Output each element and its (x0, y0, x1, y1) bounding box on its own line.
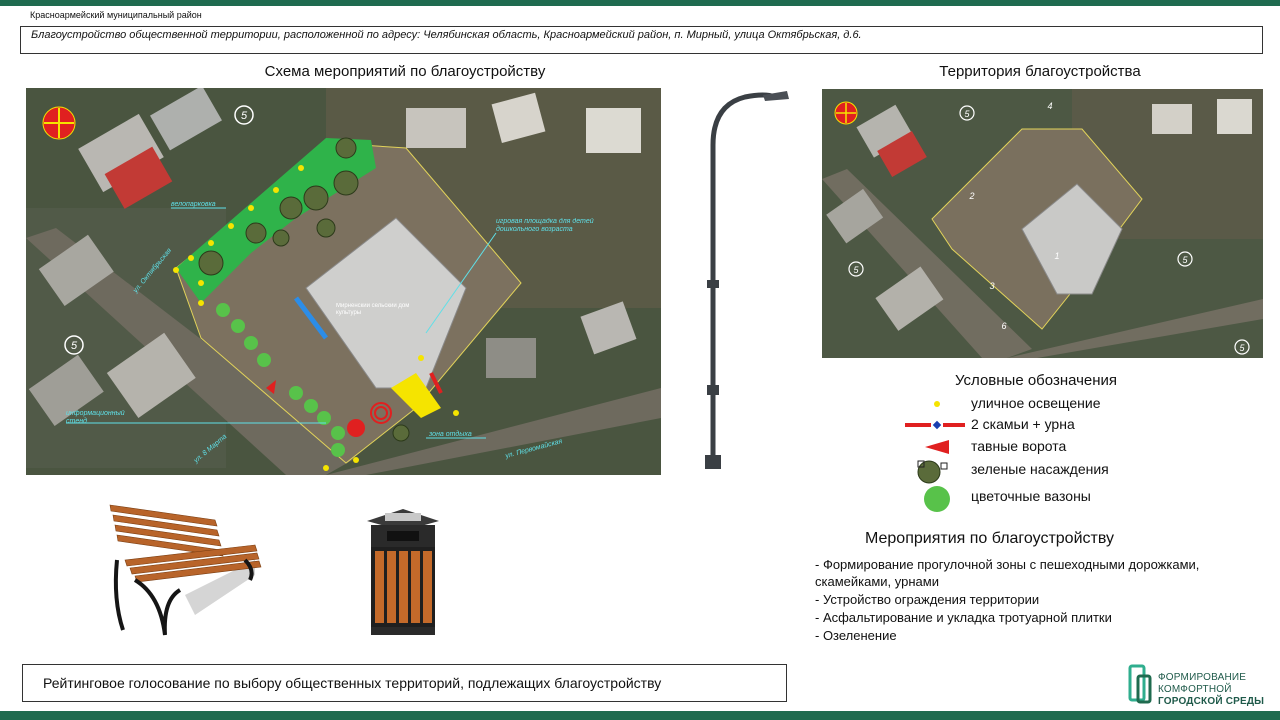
territory-marker-1: 1 (1054, 251, 1059, 261)
bench-icon (109, 504, 262, 636)
bike-parking-label: велопарковка (171, 201, 216, 208)
measure-item: - Асфальтирование и укладка тротуарной п… (815, 610, 1112, 625)
legend-title: Условные обозначения (955, 372, 1118, 389)
legend-label: зеленые насаждения (971, 461, 1109, 477)
rest-zone-label: зона отдыха (428, 430, 472, 438)
top-bar (0, 0, 1280, 6)
bottom-bar (0, 711, 1280, 720)
vote-text: Рейтинговое голосование по выбору общест… (43, 675, 662, 691)
playground-label: игровая площадка для детей дошкольного в… (496, 218, 594, 233)
scheme-title: Схема мероприятий по благоустройству (264, 63, 546, 80)
address-text: Благоустройство общественной территории,… (31, 29, 862, 41)
measures-title: Мероприятия по благоустройству (865, 530, 1114, 547)
legend-item-gates: тавные ворота (905, 436, 1265, 458)
yellow-dot-icon (905, 393, 965, 415)
brand-logo: ФОРМИРОВАНИЕ КОМФОРТНОЙ ГОРОДСКОЙ СРЕДЫ (1126, 662, 1266, 708)
territory-marker-3: 3 (989, 281, 994, 291)
scheme-map: 5 5 велопарковка игровая площадка для де… (26, 88, 661, 475)
legend-label: 2 скамьи + урна (971, 416, 1075, 432)
territory-marker-6: 6 (1001, 321, 1006, 331)
legend-item-lighting: уличное освещение (905, 393, 1265, 415)
urn-illustration (365, 507, 441, 637)
red-triangle-icon (905, 436, 965, 458)
address-box: Благоустройство общественной территории,… (20, 26, 1263, 54)
brand-line-1: ФОРМИРОВАНИЕ (1158, 672, 1247, 683)
territory-map: 1 2 3 4 5 5 5 5 6 (822, 89, 1263, 358)
measure-item: - Озеленение (815, 628, 897, 643)
legend-item-greenery: зеленые насаждения (905, 459, 1265, 485)
bench-illustration (105, 500, 265, 645)
territory-marker-2: 2 (968, 191, 974, 201)
measure-item: - Устройство ограждения территории (815, 592, 1040, 607)
legend-label: уличное освещение (971, 395, 1101, 411)
building-label: Мирненский сельский дом культуры (336, 303, 410, 316)
street-lamp-illustration (695, 85, 795, 475)
brand-line-2: КОМФОРТНОЙ (1158, 684, 1232, 695)
brand-line-3: ГОРОДСКОЙ СРЕДЫ (1158, 696, 1265, 707)
district-label: Красноармейский муниципальный район (30, 10, 202, 20)
territory-title: Территория благоустройства (939, 63, 1141, 80)
green-circle-icon (905, 484, 965, 514)
info-stand-label: информационный стенд (66, 410, 125, 425)
legend-item-benches: 2 скамьи + урна (905, 414, 1265, 436)
lamp-icon (705, 91, 789, 469)
vote-box: Рейтинговое голосование по выбору общест… (22, 664, 787, 702)
measure-item: - Формирование прогулочной зоны с пешехо… (815, 557, 1200, 589)
territory-marker-4: 4 (1047, 101, 1052, 111)
legend-item-flowers: цветочные вазоны (905, 484, 1265, 514)
urn-icon (367, 509, 439, 635)
house-number-2: 5 (71, 340, 78, 352)
brand-text: ФОРМИРОВАНИЕ КОМФОРТНОЙ ГОРОДСКОЙ СРЕДЫ (1158, 672, 1264, 708)
house-number-1: 5 (241, 110, 248, 122)
red-bench-line-icon (905, 414, 969, 436)
brand-logo-icon (1128, 664, 1152, 704)
territory-map-svg: 1 2 3 4 5 5 5 5 6 (822, 89, 1263, 358)
legend-label: тавные ворота (971, 438, 1067, 454)
green-tree-icon (905, 459, 965, 485)
legend-label: цветочные вазоны (971, 488, 1091, 504)
scheme-map-svg: 5 5 велопарковка игровая площадка для де… (26, 88, 661, 475)
